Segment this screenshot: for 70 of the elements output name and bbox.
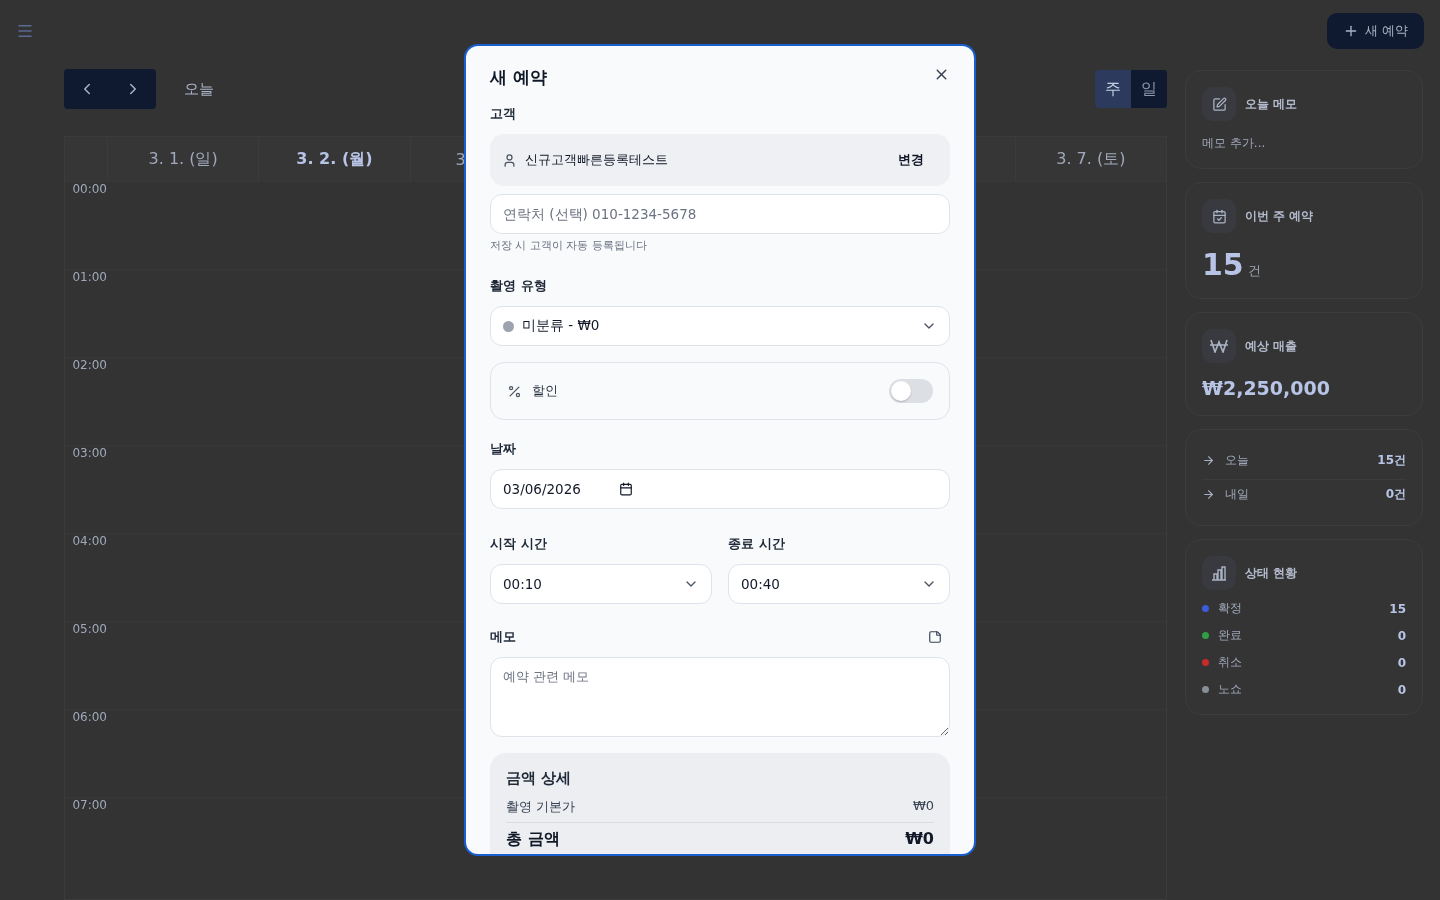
time-label: 02:00 xyxy=(71,358,107,372)
percent-icon xyxy=(507,383,522,399)
phone-field[interactable]: 연락처 (선택) 010-1234-5678 xyxy=(490,194,950,234)
won-icon xyxy=(1210,339,1228,353)
status-label: 노쇼 xyxy=(1218,681,1242,698)
date-field[interactable]: 03/06/2026 xyxy=(490,469,950,509)
calendar-icon xyxy=(618,482,633,496)
booking-count: 0건 xyxy=(1385,486,1406,503)
arrow-icon xyxy=(1202,454,1215,467)
menu-icon[interactable] xyxy=(16,22,34,40)
day-header: 3. 1. (일) xyxy=(148,148,218,170)
day-header: 3. 7. (토) xyxy=(1056,148,1126,170)
field-label: 고객 xyxy=(490,105,517,123)
day-label: 내일 xyxy=(1225,486,1249,503)
total-value: ₩0 xyxy=(905,829,934,850)
user-icon xyxy=(502,152,517,168)
total-label: 총 금액 xyxy=(506,829,560,850)
status-count: 0 xyxy=(1397,628,1406,643)
card-title: 이번 주 예약 xyxy=(1245,207,1314,225)
new-booking-button[interactable]: 새 예약 xyxy=(1326,13,1424,49)
change-button[interactable]: 변경 xyxy=(884,145,938,175)
start-time-select[interactable]: 00:10 xyxy=(490,564,712,604)
revenue-amount: ₩2,250,000 xyxy=(1202,377,1331,399)
time-label: 07:00 xyxy=(71,798,107,812)
status-label: 완료 xyxy=(1218,627,1242,644)
today-button[interactable]: 오늘 xyxy=(178,78,220,100)
memo-placeholder[interactable]: 메모 추가... xyxy=(1202,135,1406,152)
field-label: 촬영 유형 xyxy=(490,277,548,295)
count-unit: 건 xyxy=(1247,262,1261,280)
status-label: 확정 xyxy=(1218,600,1242,617)
day-label: 오늘 xyxy=(1225,452,1249,469)
end-time-select[interactable]: 00:40 xyxy=(728,564,950,604)
day-header: 3 xyxy=(455,149,466,169)
field-label: 시작 시간 xyxy=(490,535,548,553)
field-label: 메모 xyxy=(490,628,516,646)
status-count: 15 xyxy=(1389,601,1406,616)
view-tab[interactable]: 주 xyxy=(1095,70,1131,108)
note-icon[interactable] xyxy=(928,630,942,644)
field-label: 종료 시간 xyxy=(728,535,786,553)
time-label: 04:00 xyxy=(71,534,107,548)
booking-count: 15 xyxy=(1202,247,1244,282)
bar-chart-icon xyxy=(1211,565,1227,581)
time-label: 06:00 xyxy=(71,710,107,724)
panel-title: 금액 상세 xyxy=(506,769,573,788)
status-count: 0 xyxy=(1397,682,1406,697)
card-title: 오늘 메모 xyxy=(1245,95,1298,113)
arrow-icon xyxy=(1202,488,1215,501)
discount-label: 할인 xyxy=(532,382,558,400)
time-label: 03:00 xyxy=(71,446,107,460)
calendar-check-icon xyxy=(1211,208,1227,224)
hint-text: 저장 시 고객이 자동 등록됩니다 xyxy=(490,238,648,253)
time-label: 01:00 xyxy=(71,270,107,284)
status-count: 0 xyxy=(1397,655,1406,670)
price-value: ₩0 xyxy=(912,798,934,815)
booking-count: 15건 xyxy=(1377,452,1406,469)
type-select[interactable]: 미분류 - ₩0 xyxy=(490,306,950,346)
discount-toggle[interactable] xyxy=(889,379,933,403)
memo-field[interactable]: 예약 관련 메모 xyxy=(490,657,950,737)
view-tab[interactable]: 일 xyxy=(1131,70,1167,108)
field-label: 날짜 xyxy=(490,440,517,458)
time-label: 00:00 xyxy=(71,182,107,196)
edit-icon xyxy=(1211,96,1227,112)
day-header: 3. 2. (월) xyxy=(296,148,373,170)
price-label: 촬영 기본가 xyxy=(506,798,576,816)
time-label: 05:00 xyxy=(71,622,107,636)
card-title: 상태 현황 xyxy=(1245,564,1298,582)
customer-name: 신규고객빠른등록테스트 xyxy=(525,151,668,169)
card-title: 예상 매출 xyxy=(1245,337,1298,355)
status-label: 취소 xyxy=(1218,654,1242,671)
dialog-title: 새 예약 xyxy=(490,66,547,89)
